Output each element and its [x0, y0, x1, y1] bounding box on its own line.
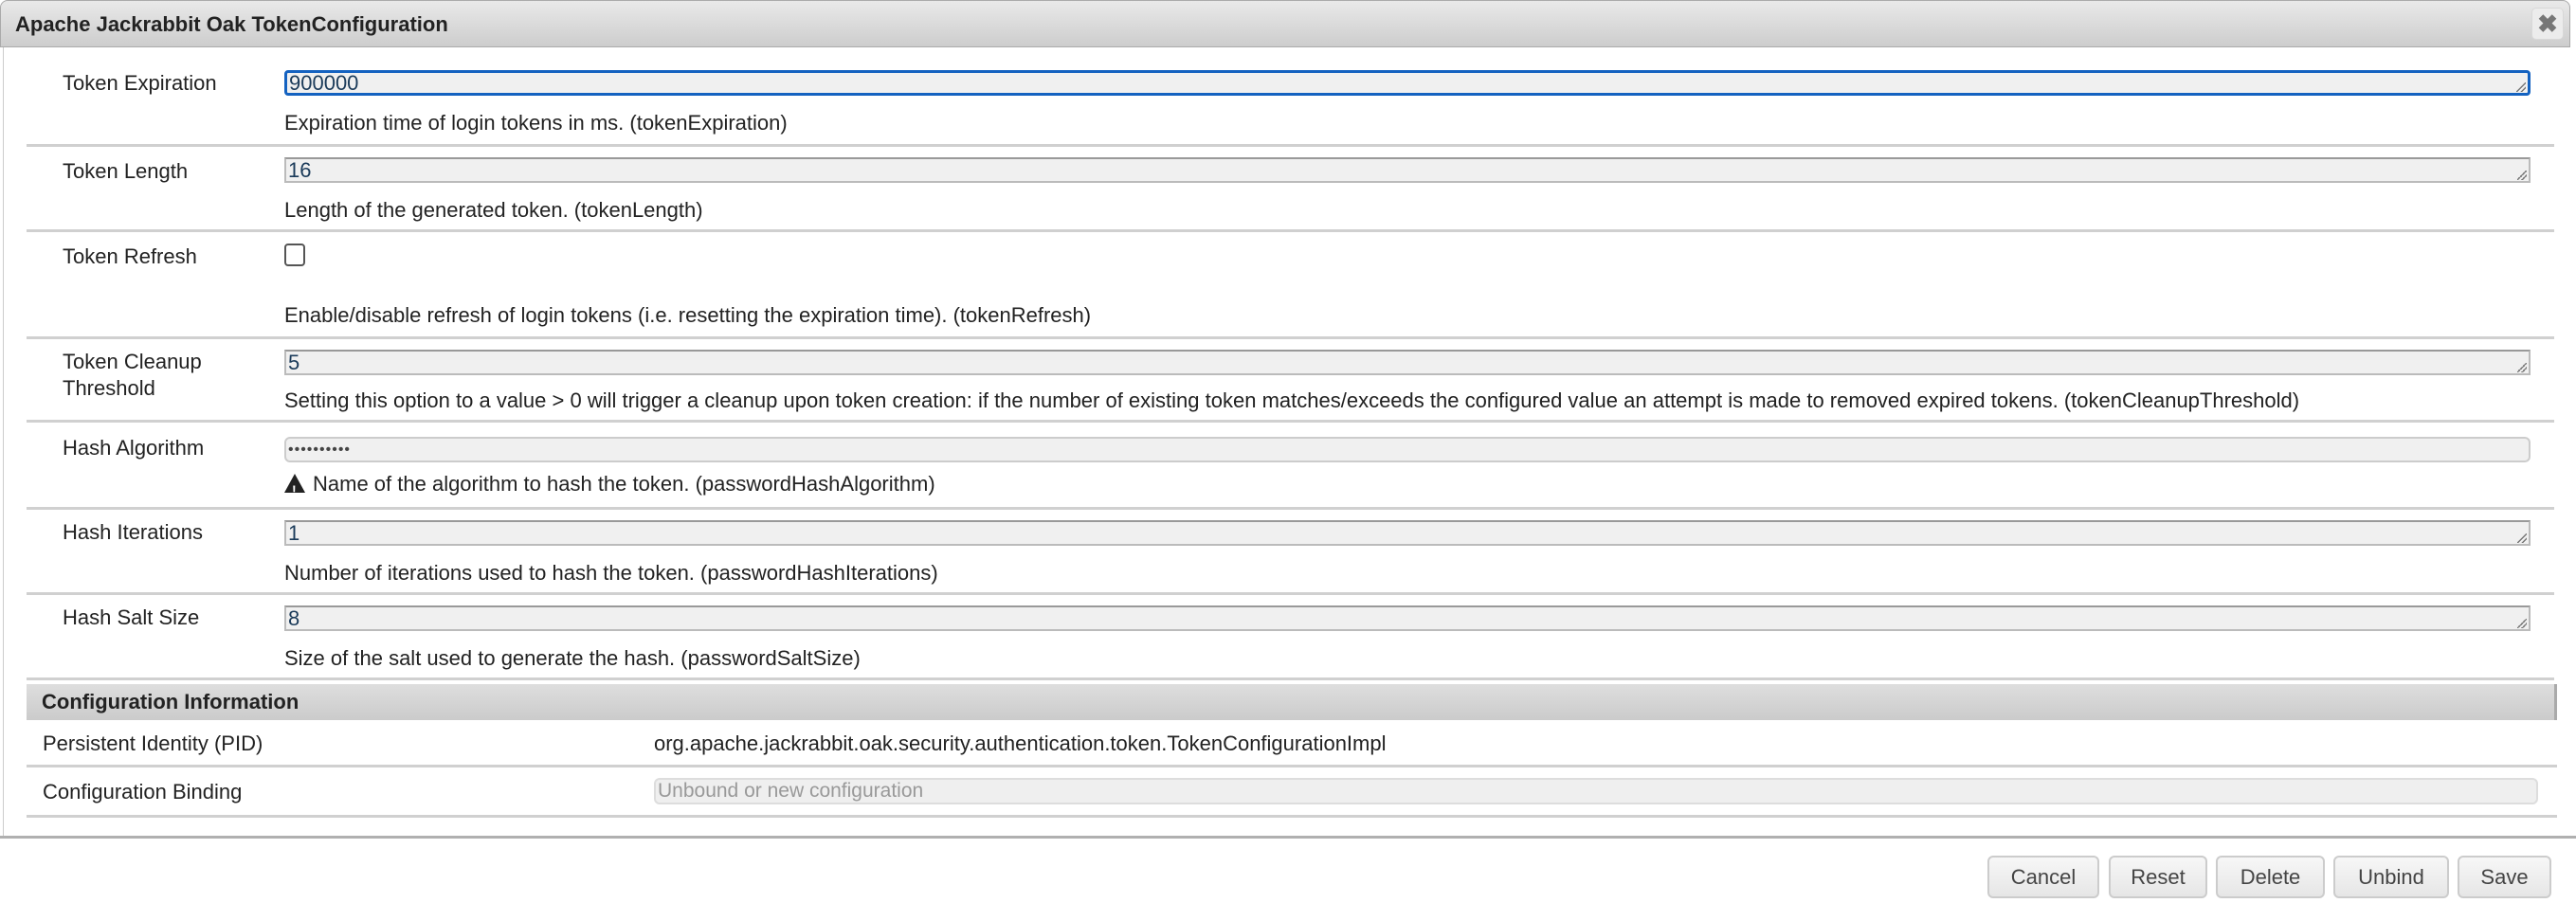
configuration-binding-field[interactable]: Unbound or new configuration	[654, 778, 2538, 804]
field-description: Size of the salt used to generate the ha…	[284, 646, 861, 670]
field-description: Enable/disable refresh of login tokens (…	[284, 303, 1092, 327]
resize-grip-icon[interactable]	[2517, 619, 2527, 628]
pid-row: Persistent Identity (PID) org.apache.jac…	[27, 720, 2557, 768]
field-label: Token Cleanup	[63, 350, 202, 373]
row-hash-iterations: Hash Iterations 1 Number of iterations u…	[27, 510, 2554, 595]
field-value: 5	[288, 351, 300, 374]
row-token-length: Token Length 16 Length of the generated …	[27, 147, 2554, 232]
close-icon: ✖	[2537, 9, 2558, 38]
token-length-input[interactable]: 16	[284, 157, 2531, 183]
field-label: Token Refresh	[63, 244, 197, 268]
binding-row: Configuration Binding Unbound or new con…	[27, 768, 2557, 818]
token-cleanup-threshold-input[interactable]: 5	[284, 350, 2531, 375]
row-token-cleanup-threshold: Token Cleanup Threshold 5 Setting this o…	[27, 339, 2554, 423]
field-description: Name of the algorithm to hash the token.…	[313, 472, 935, 496]
field-description: Length of the generated token. (tokenLen…	[284, 198, 703, 222]
field-label: Token Expiration	[63, 71, 217, 95]
hash-salt-size-input[interactable]: 8	[284, 605, 2531, 631]
delete-button[interactable]: Delete	[2216, 856, 2325, 898]
resize-grip-icon[interactable]	[2517, 363, 2527, 372]
warning-icon	[284, 474, 305, 503]
binding-label: Configuration Binding	[43, 780, 243, 804]
field-description: Number of iterations used to hash the to…	[284, 561, 938, 585]
field-description-wrapper: Name of the algorithm to hash the token.…	[284, 471, 935, 503]
row-token-refresh: Token Refresh Enable/disable refresh of …	[27, 232, 2554, 339]
hash-algorithm-input[interactable]: ••••••••••	[284, 437, 2531, 462]
configuration-information-header: Configuration Information	[27, 684, 2557, 720]
field-description: Expiration time of login tokens in ms. (…	[284, 111, 788, 135]
field-description: Setting this option to a value > 0 will …	[284, 388, 2300, 412]
resize-grip-icon[interactable]	[2517, 171, 2527, 180]
field-label: Hash Algorithm	[63, 436, 205, 460]
field-label: Hash Salt Size	[63, 605, 200, 629]
field-label: Hash Iterations	[63, 520, 203, 544]
pid-value: org.apache.jackrabbit.oak.security.authe…	[654, 731, 1387, 755]
field-value: 900000	[289, 71, 359, 95]
resize-grip-icon[interactable]	[2516, 82, 2526, 92]
field-value: 1	[288, 521, 300, 545]
hash-iterations-input[interactable]: 1	[284, 520, 2531, 546]
save-button[interactable]: Save	[2458, 856, 2551, 898]
pid-label: Persistent Identity (PID)	[43, 731, 263, 755]
unbind-button[interactable]: Unbind	[2333, 856, 2449, 898]
section-heading: Configuration Information	[42, 690, 299, 713]
token-expiration-input[interactable]: 900000	[284, 70, 2531, 96]
cancel-button[interactable]: Cancel	[1987, 856, 2099, 898]
field-value: 16	[288, 158, 312, 182]
reset-button[interactable]: Reset	[2109, 856, 2207, 898]
dialog-titlebar: Apache Jackrabbit Oak TokenConfiguration…	[0, 0, 2570, 47]
field-label: Token Length	[63, 159, 189, 183]
field-value: 8	[288, 606, 300, 630]
dialog-border	[3, 47, 4, 839]
token-refresh-checkbox[interactable]	[284, 244, 305, 266]
close-button[interactable]: ✖	[2531, 8, 2564, 40]
row-hash-algorithm: Hash Algorithm •••••••••• Name of the al…	[27, 423, 2554, 510]
field-label: Threshold	[63, 376, 155, 400]
row-hash-salt-size: Hash Salt Size 8 Size of the salt used t…	[27, 595, 2554, 680]
button-bar-divider	[0, 836, 2576, 839]
resize-grip-icon[interactable]	[2517, 533, 2527, 543]
row-token-expiration: Token Expiration 900000 Expiration time …	[27, 47, 2554, 147]
dialog-title: Apache Jackrabbit Oak TokenConfiguration	[15, 12, 448, 36]
field-value: ••••••••••	[288, 442, 352, 458]
